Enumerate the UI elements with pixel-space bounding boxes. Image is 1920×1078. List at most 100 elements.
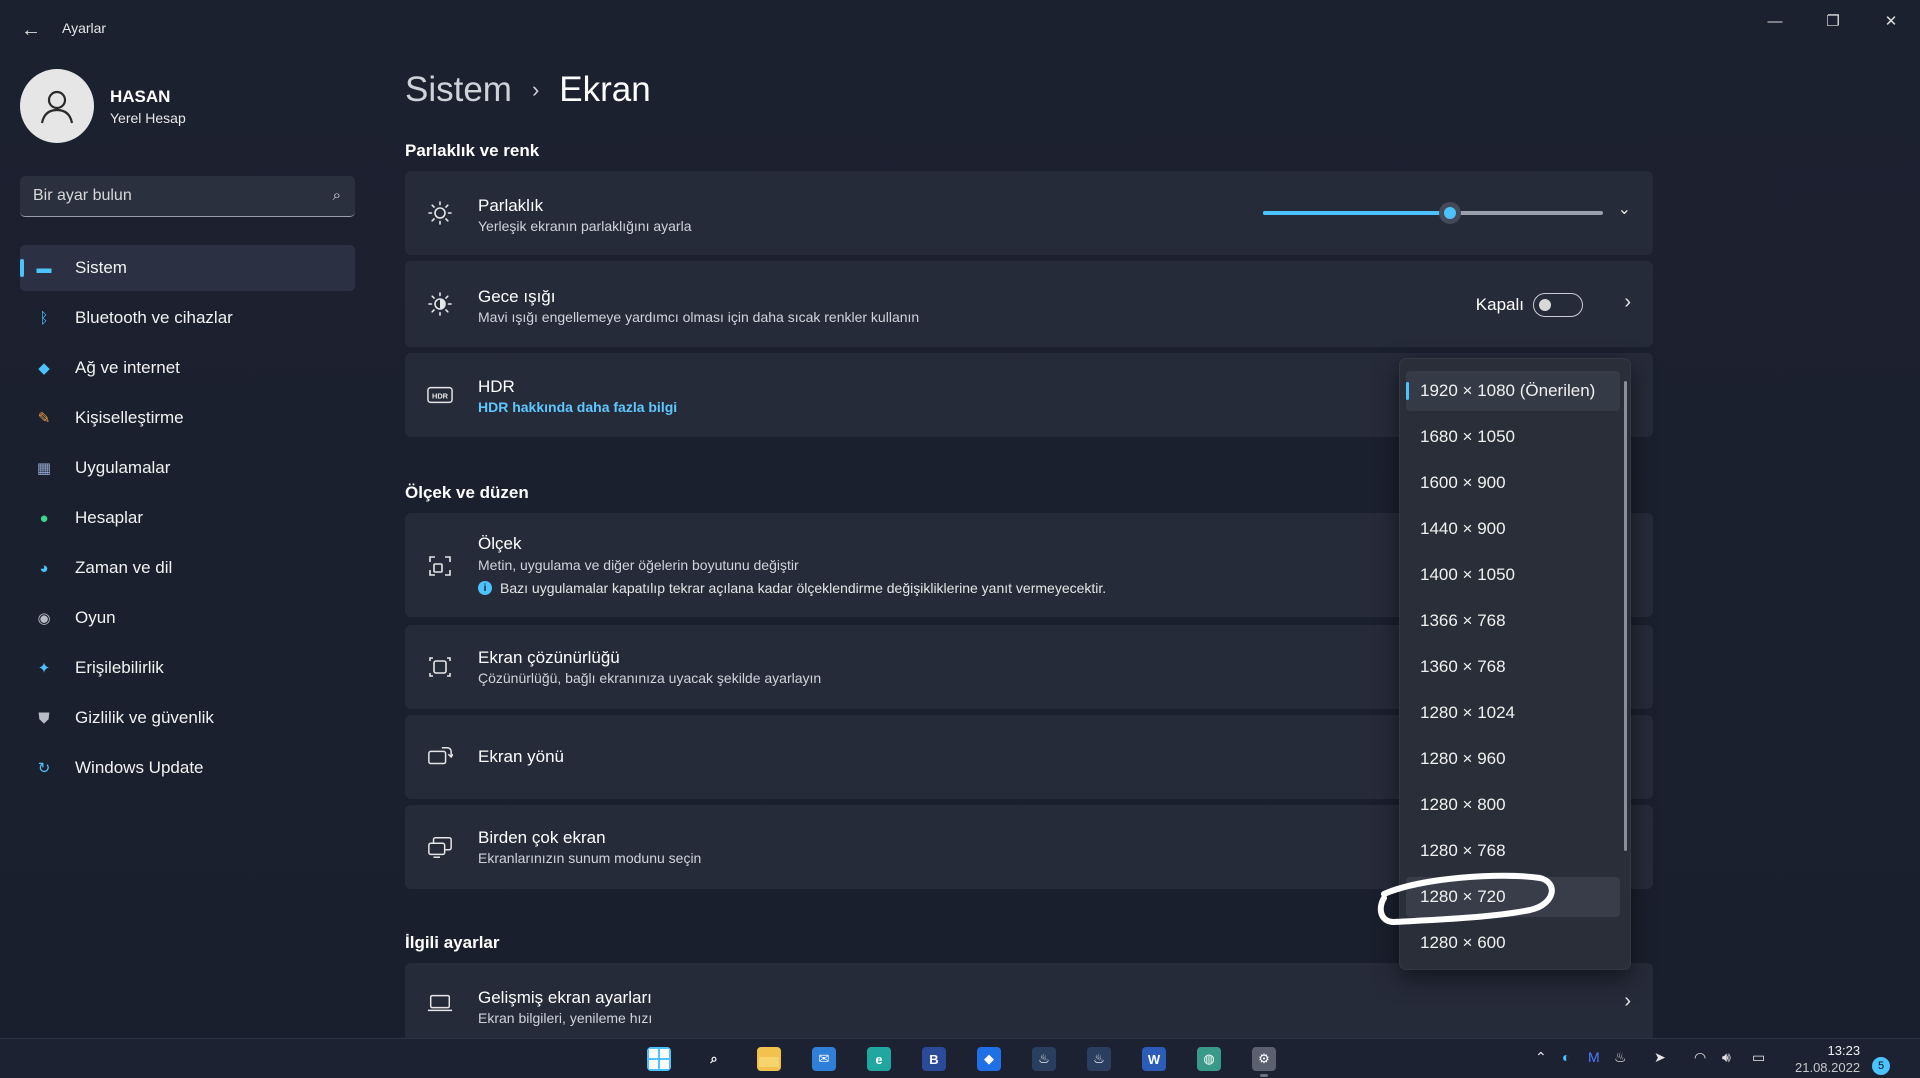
steam-icon[interactable]: ♨ (1032, 1047, 1056, 1071)
night-light-card[interactable]: Gece ışığı Mavi ışığı engellemeye yardım… (405, 261, 1653, 347)
edge-tray-icon[interactable]: ◐ (1562, 1049, 1570, 1065)
svg-text:HDR: HDR (432, 392, 449, 401)
chevron-up-icon[interactable]: ⌃ (1535, 1049, 1547, 1066)
b-app-icon[interactable]: B (922, 1047, 946, 1071)
file-explorer-icon[interactable] (757, 1047, 781, 1071)
hdr-learn-more-link[interactable]: HDR hakkında daha fazla bilgi (478, 399, 677, 415)
shield-icon: ⛊ (38, 709, 50, 727)
brightness-slider-fill (1263, 211, 1450, 215)
breadcrumb-parent[interactable]: Sistem (405, 70, 512, 110)
scale-title: Ölçek (478, 534, 522, 553)
sidebar-item-3[interactable]: ✎ Kişiselleştirme (20, 395, 355, 441)
section-title-related: İlgili ayarlar (405, 933, 500, 952)
search-icon[interactable]: ⌕ (333, 187, 341, 204)
advanced-display-subtitle: Ekran bilgileri, yenileme hızı (478, 1010, 653, 1026)
sidebar-item-label: Sistem (75, 258, 127, 277)
sidebar-item-0[interactable]: ▬ Sistem (20, 245, 355, 291)
mail-icon[interactable]: ✉ (812, 1047, 836, 1071)
resolution-option[interactable]: 1366 × 768 (1406, 601, 1620, 641)
sidebar-item-label: Hesaplar (75, 508, 144, 527)
clock[interactable]: 13:23 21.08.2022 (1795, 1042, 1860, 1076)
brightness-card[interactable]: Parlaklık Yerleşik ekranın parlaklığını … (405, 171, 1653, 255)
night-light-toggle[interactable] (1533, 293, 1583, 317)
resolution-option[interactable]: 1400 × 1050 (1406, 555, 1620, 595)
resolution-option[interactable]: 1280 × 800 (1406, 785, 1620, 825)
brightness-slider-thumb[interactable] (1439, 202, 1461, 224)
settings-taskbar-icon[interactable]: ⚙ (1252, 1047, 1276, 1077)
sidebar-item-2[interactable]: ◆ Ağ ve internet (20, 345, 355, 391)
night-light-title: Gece ışığı (478, 287, 556, 306)
gamepad-icon: ◉ (37, 610, 51, 627)
chevron-right-icon[interactable]: › (1624, 291, 1631, 314)
resolution-option[interactable]: 1600 × 900 (1406, 463, 1620, 503)
advanced-display-card[interactable]: Gelişmiş ekran ayarları Ekran bilgileri,… (405, 963, 1653, 1041)
scale-note: i Bazı uygulamalar kapatılıp tekrar açıl… (478, 580, 1106, 596)
multiple-displays-subtitle: Ekranlarınızın sunum modunu seçin (478, 850, 702, 866)
apps-icon: ▦ (36, 460, 52, 477)
search-taskbar-icon[interactable]: ⌕ (702, 1047, 726, 1071)
scale-subtitle: Metin, uygulama ve diğer öğelerin boyutu… (478, 557, 799, 573)
start-icon[interactable] (647, 1047, 671, 1071)
steam-alt-icon[interactable]: ♨ (1087, 1047, 1111, 1071)
search-placeholder: Bir ayar bulun (33, 187, 132, 204)
minimize-button[interactable]: — (1746, 4, 1804, 38)
resolution-option[interactable]: 1920 × 1080 (Önerilen) (1406, 371, 1620, 411)
resolution-title: Ekran çözünürlüğü (478, 648, 620, 667)
sidebar-item-label: Bluetooth ve cihazlar (75, 308, 233, 327)
resolution-option[interactable]: 1280 × 1024 (1406, 693, 1620, 733)
brightness-slider[interactable] (1263, 202, 1603, 224)
resolution-option[interactable]: 1280 × 768 (1406, 831, 1620, 871)
edge-icon[interactable]: e (867, 1047, 891, 1071)
user-name: HASAN (110, 87, 171, 106)
volume-icon[interactable]: 🔊︎ (1722, 1049, 1731, 1066)
send-icon[interactable]: ➤ (1654, 1049, 1666, 1066)
avatar[interactable] (20, 69, 94, 143)
sidebar-item-6[interactable]: ◕ Zaman ve dil (20, 545, 355, 591)
sidebar-item-9[interactable]: ⛊ Gizlilik ve güvenlik (20, 695, 355, 741)
sidebar-item-7[interactable]: ◉ Oyun (20, 595, 355, 641)
resolution-option[interactable]: 1280 × 720 (1406, 877, 1620, 917)
dropdown-scrollbar[interactable] (1624, 381, 1627, 851)
wifi-icon: ◆ (38, 360, 50, 377)
multiple-displays-icon (427, 834, 453, 860)
notification-badge[interactable]: 5 (1872, 1057, 1890, 1075)
sidebar-item-label: Windows Update (75, 758, 204, 777)
resolution-dropdown[interactable]: 1920 × 1080 (Önerilen) 1680 × 1050 1600 × … (1399, 358, 1631, 970)
malwarebytes-icon[interactable]: M (1588, 1049, 1600, 1065)
sidebar-item-label: Erişilebilirlik (75, 658, 164, 677)
resolution-option[interactable]: 1280 × 600 (1406, 923, 1620, 963)
orientation-icon (427, 744, 453, 770)
resolution-option[interactable]: 1280 × 960 (1406, 739, 1620, 779)
resolution-option[interactable]: 1360 × 768 (1406, 647, 1620, 687)
settings-window: ← Ayarlar — ❐ ✕ HASAN Yerel Hesap Bir ay… (0, 0, 1920, 1041)
night-light-icon (427, 291, 453, 317)
steam-tray-icon[interactable]: ♨ (1614, 1049, 1627, 1066)
close-button[interactable]: ✕ (1862, 4, 1920, 38)
maximize-button[interactable]: ❐ (1804, 4, 1862, 38)
multiple-displays-title: Birden çok ekran (478, 828, 606, 847)
sidebar-item-8[interactable]: ✦ Erişilebilirlik (20, 645, 355, 691)
sidebar-item-5[interactable]: ● Hesaplar (20, 495, 355, 541)
back-arrow-icon[interactable]: ← (14, 14, 48, 46)
sidebar-item-10[interactable]: ↻ Windows Update (20, 745, 355, 791)
sidebar-item-4[interactable]: ▦ Uygulamalar (20, 445, 355, 491)
night-light-state: Kapalı (1475, 295, 1524, 314)
sidebar-item-1[interactable]: ᛒ Bluetooth ve cihazlar (20, 295, 355, 341)
earth-icon[interactable]: ◍ (1197, 1047, 1221, 1071)
hdr-title: HDR (478, 377, 515, 396)
dropbox-icon[interactable]: ◆ (977, 1047, 1001, 1071)
system-icon: ▬ (36, 259, 52, 277)
bluetooth-icon: ᛒ (39, 309, 49, 327)
sidebar-item-label: Ağ ve internet (75, 358, 180, 377)
wifi-tray-icon[interactable]: ◠ (1694, 1049, 1706, 1066)
advanced-display-title: Gelişmiş ekran ayarları (478, 988, 652, 1007)
search-input[interactable]: Bir ayar bulun ⌕ (20, 176, 355, 217)
laptop-icon (427, 990, 453, 1016)
word-icon[interactable]: W (1142, 1047, 1166, 1071)
battery-icon[interactable]: ▭ (1752, 1049, 1765, 1066)
section-title-brightness-color: Parlaklık ve renk (405, 141, 540, 160)
resolution-option[interactable]: 1680 × 1050 (1406, 417, 1620, 457)
resolution-option[interactable]: 1440 × 900 (1406, 509, 1620, 549)
chevron-right-icon[interactable]: › (1624, 990, 1631, 1013)
chevron-down-icon[interactable]: ⌄ (1618, 199, 1631, 219)
